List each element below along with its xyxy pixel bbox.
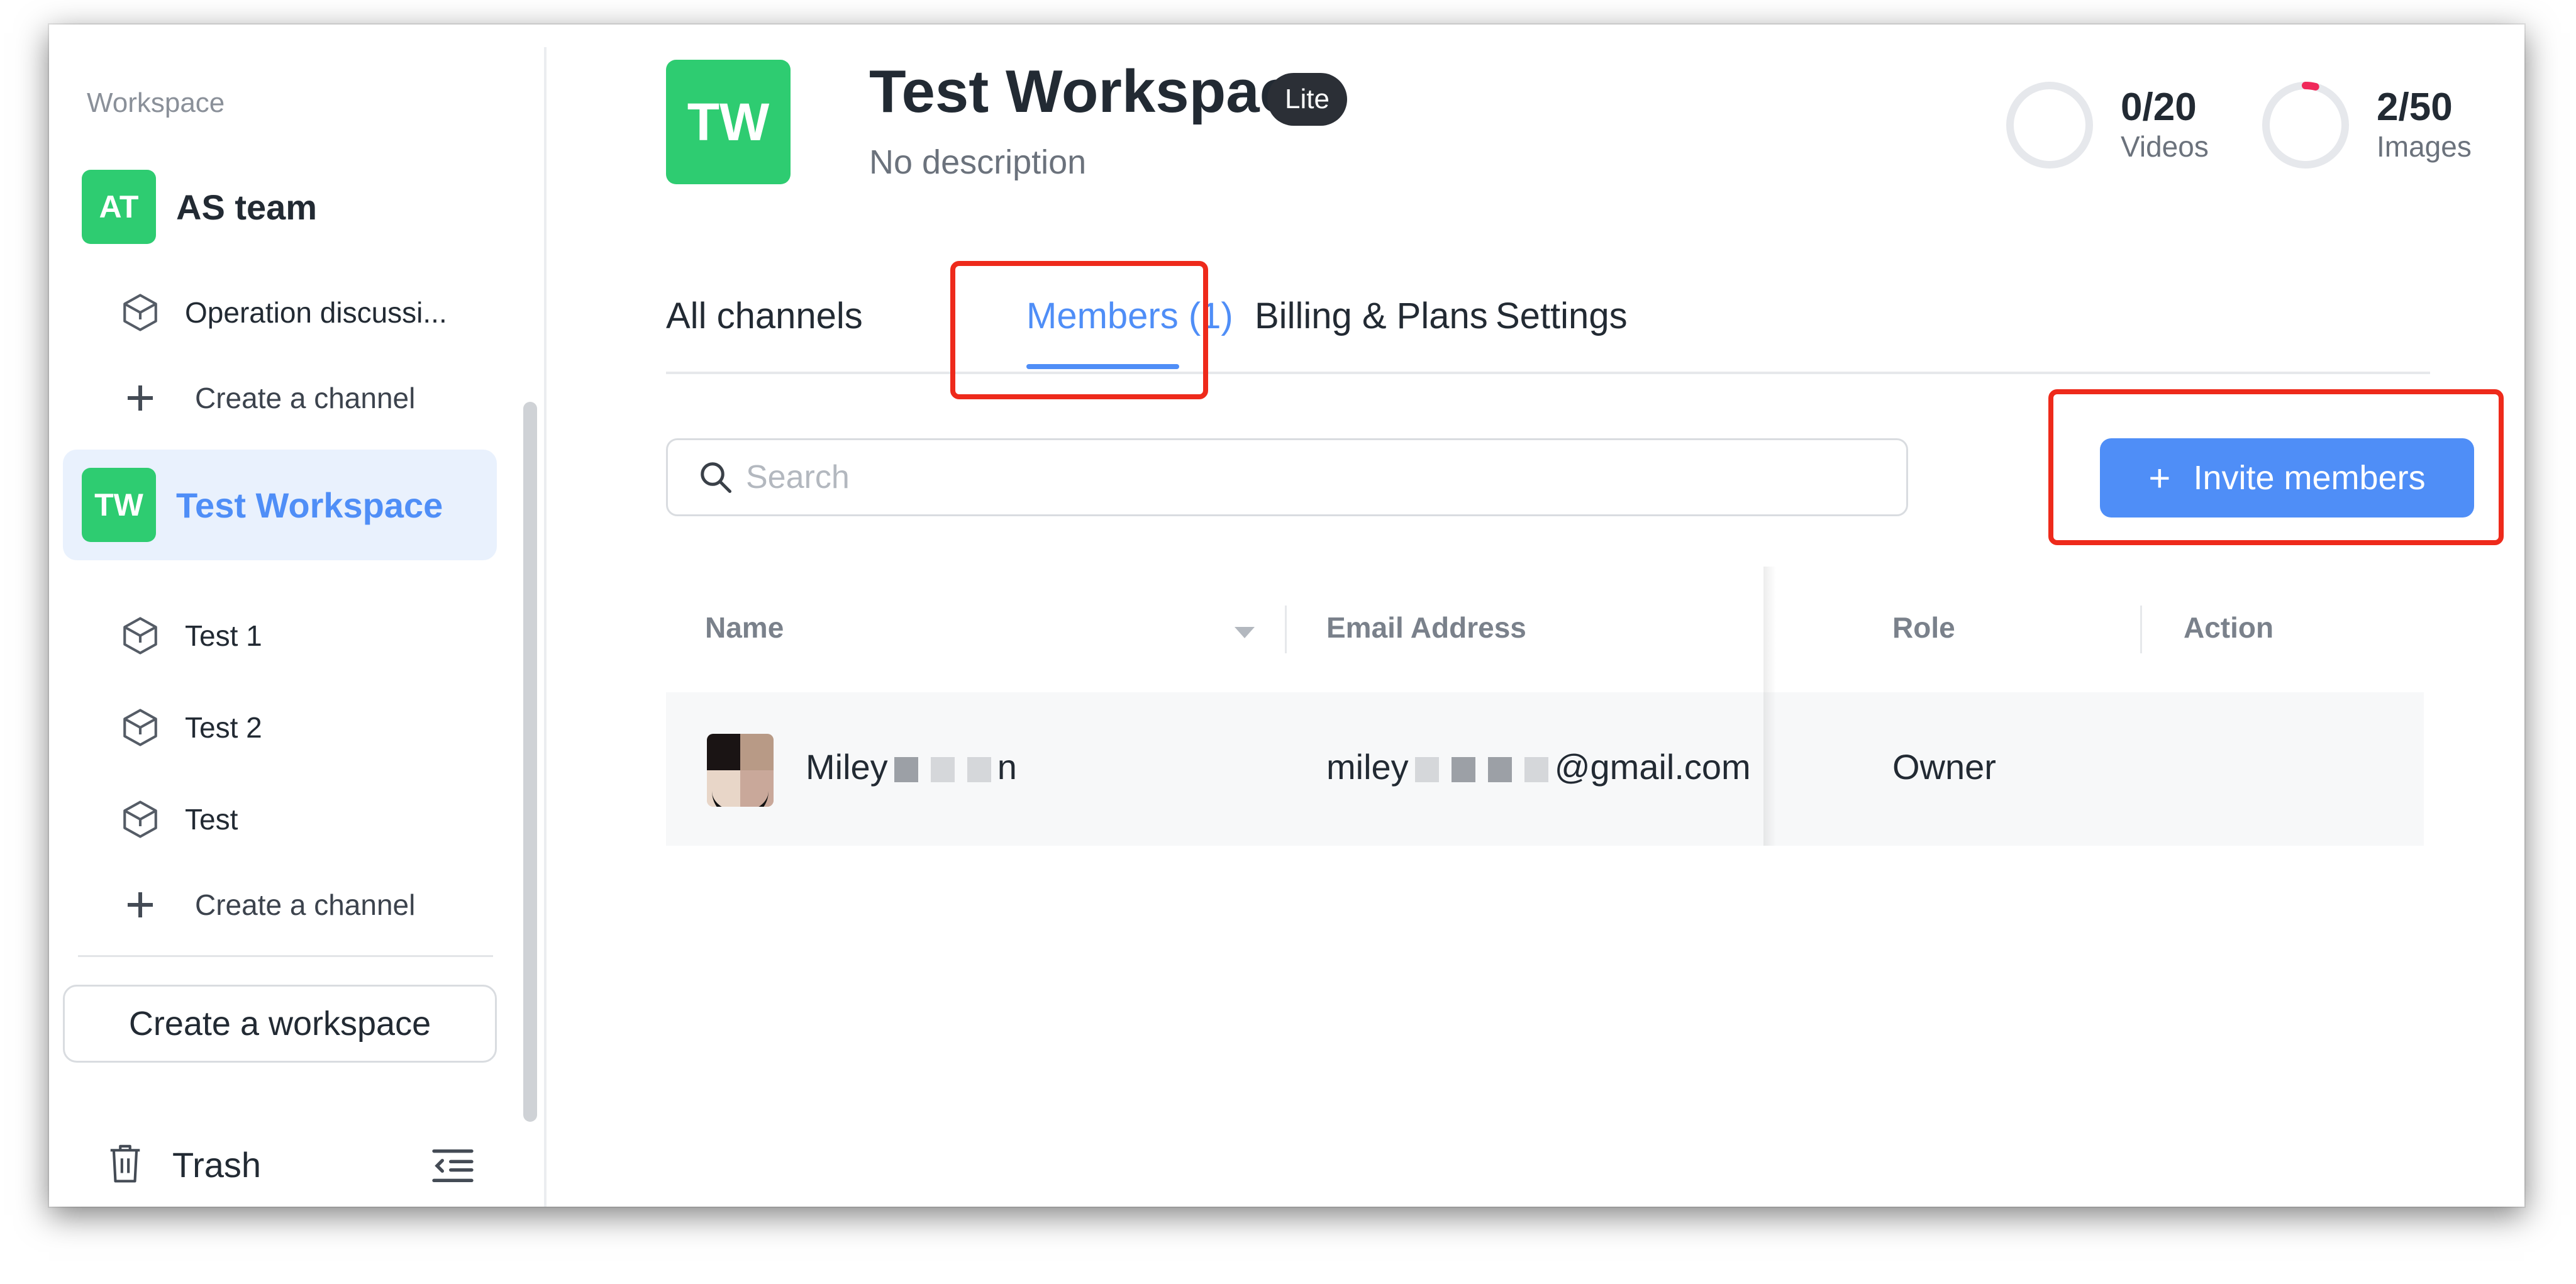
column-header-action: Action: [2184, 611, 2274, 644]
tab-bar: All channels Members (1) Billing & Plans…: [666, 263, 2430, 374]
table-header: Name Email Address Role Action: [666, 567, 2424, 692]
redaction-block: [967, 757, 991, 783]
channel-label: Test 1: [185, 619, 262, 652]
column-header-email: Email Address: [1326, 611, 1526, 644]
plus-icon: [118, 883, 162, 927]
images-quota: 2/50 Images: [2258, 75, 2472, 175]
table-row[interactable]: Miley n miley @gmail.com Owner: [666, 692, 2424, 846]
redaction-block: [1524, 757, 1548, 783]
sort-caret-icon[interactable]: [1235, 627, 1255, 638]
quota-label: Videos: [2121, 130, 2209, 163]
sidebar-channel-test[interactable]: Test: [118, 788, 508, 851]
member-name: Miley n: [806, 746, 1017, 787]
invite-button-highlight: [2048, 389, 2504, 545]
member-name-suffix: n: [997, 747, 1017, 787]
page-title: Test Workspace: [869, 58, 1327, 125]
app-window: Workspace AT AS team Operation discussi.…: [49, 25, 2524, 1207]
plus-icon: [118, 376, 162, 420]
workspace-avatar: AT: [82, 170, 156, 244]
create-channel-button[interactable]: Create a channel: [118, 367, 508, 429]
channel-label: Operation discussi...: [185, 296, 447, 329]
workspace-description: No description: [869, 143, 1087, 181]
sidebar-channel-test-1[interactable]: Test 1: [118, 604, 508, 667]
redaction-block: [894, 757, 918, 783]
videos-quota: 0/20 Videos: [2002, 75, 2209, 175]
redaction-block: [930, 757, 955, 783]
redaction-block: [1414, 757, 1439, 783]
workspace-section-label: Workspace: [87, 87, 225, 118]
plan-badge: Lite: [1267, 73, 1347, 126]
sidebar-scrollbar[interactable]: [523, 402, 537, 1122]
sidebar: Workspace AT AS team Operation discussi.…: [49, 25, 547, 1207]
search-input[interactable]: [745, 458, 1816, 497]
create-channel-button[interactable]: Create a channel: [118, 873, 508, 936]
workspace-avatar: TW: [82, 468, 156, 542]
cube-icon: [118, 291, 162, 335]
create-channel-label: Create a channel: [195, 888, 416, 921]
column-header-role: Role: [1892, 611, 1955, 644]
column-header-name[interactable]: Name: [705, 611, 784, 645]
workspace-name: Test Workspace: [176, 485, 443, 525]
trash-icon: [106, 1141, 145, 1188]
tab-all-channels[interactable]: All channels: [666, 295, 863, 337]
workspace-header-avatar: TW: [666, 60, 791, 184]
create-channel-label: Create a channel: [195, 382, 416, 414]
sidebar-channel-test-2[interactable]: Test 2: [118, 696, 508, 759]
sidebar-workspace-as-team[interactable]: AT AS team: [63, 152, 497, 262]
redaction-block: [1451, 757, 1475, 783]
workspace-name: AS team: [176, 187, 318, 227]
tab-settings[interactable]: Settings: [1496, 295, 1628, 337]
quota-label: Images: [2377, 130, 2472, 163]
search-field[interactable]: [666, 438, 1908, 516]
trash-label: Trash: [172, 1144, 262, 1185]
avatar: [707, 734, 774, 807]
fixed-column-shadow: [1763, 567, 1776, 846]
column-separator: [1285, 606, 1287, 653]
quota-count: 2/50: [2377, 86, 2453, 130]
tab-billing-plans[interactable]: Billing & Plans: [1255, 295, 1488, 337]
channel-label: Test 2: [185, 711, 262, 744]
sidebar-channel-operation-discussion[interactable]: Operation discussi...: [118, 281, 508, 344]
quota-count: 0/20: [2121, 86, 2197, 130]
members-table: Name Email Address Role Action Miley n mi…: [666, 567, 2424, 846]
member-email-suffix: @gmail.com: [1554, 747, 1751, 787]
quota-ring-icon: [2262, 82, 2349, 169]
column-separator: [2140, 606, 2142, 653]
member-name-prefix: Miley: [806, 747, 888, 787]
channel-label: Test: [185, 803, 238, 836]
sidebar-divider-line: [78, 955, 493, 957]
member-role: Owner: [1892, 747, 1996, 787]
collapse-sidebar-icon[interactable]: [428, 1141, 478, 1191]
quota-ring-icon: [2006, 82, 2093, 169]
member-email: miley @gmail.com: [1326, 746, 1751, 787]
redaction-block: [1487, 757, 1512, 783]
trash-button[interactable]: Trash: [106, 1130, 261, 1199]
members-tab-highlight: [950, 261, 1208, 399]
create-workspace-button[interactable]: Create a workspace: [63, 985, 497, 1063]
cube-icon: [118, 614, 162, 658]
cube-icon: [118, 797, 162, 841]
cube-icon: [118, 706, 162, 750]
main-panel: TW Test Workspace Lite No description 0/…: [547, 25, 2524, 1207]
sidebar-workspace-test-workspace[interactable]: TW Test Workspace: [63, 450, 497, 560]
member-email-prefix: miley: [1326, 747, 1409, 787]
search-icon: [697, 458, 735, 496]
